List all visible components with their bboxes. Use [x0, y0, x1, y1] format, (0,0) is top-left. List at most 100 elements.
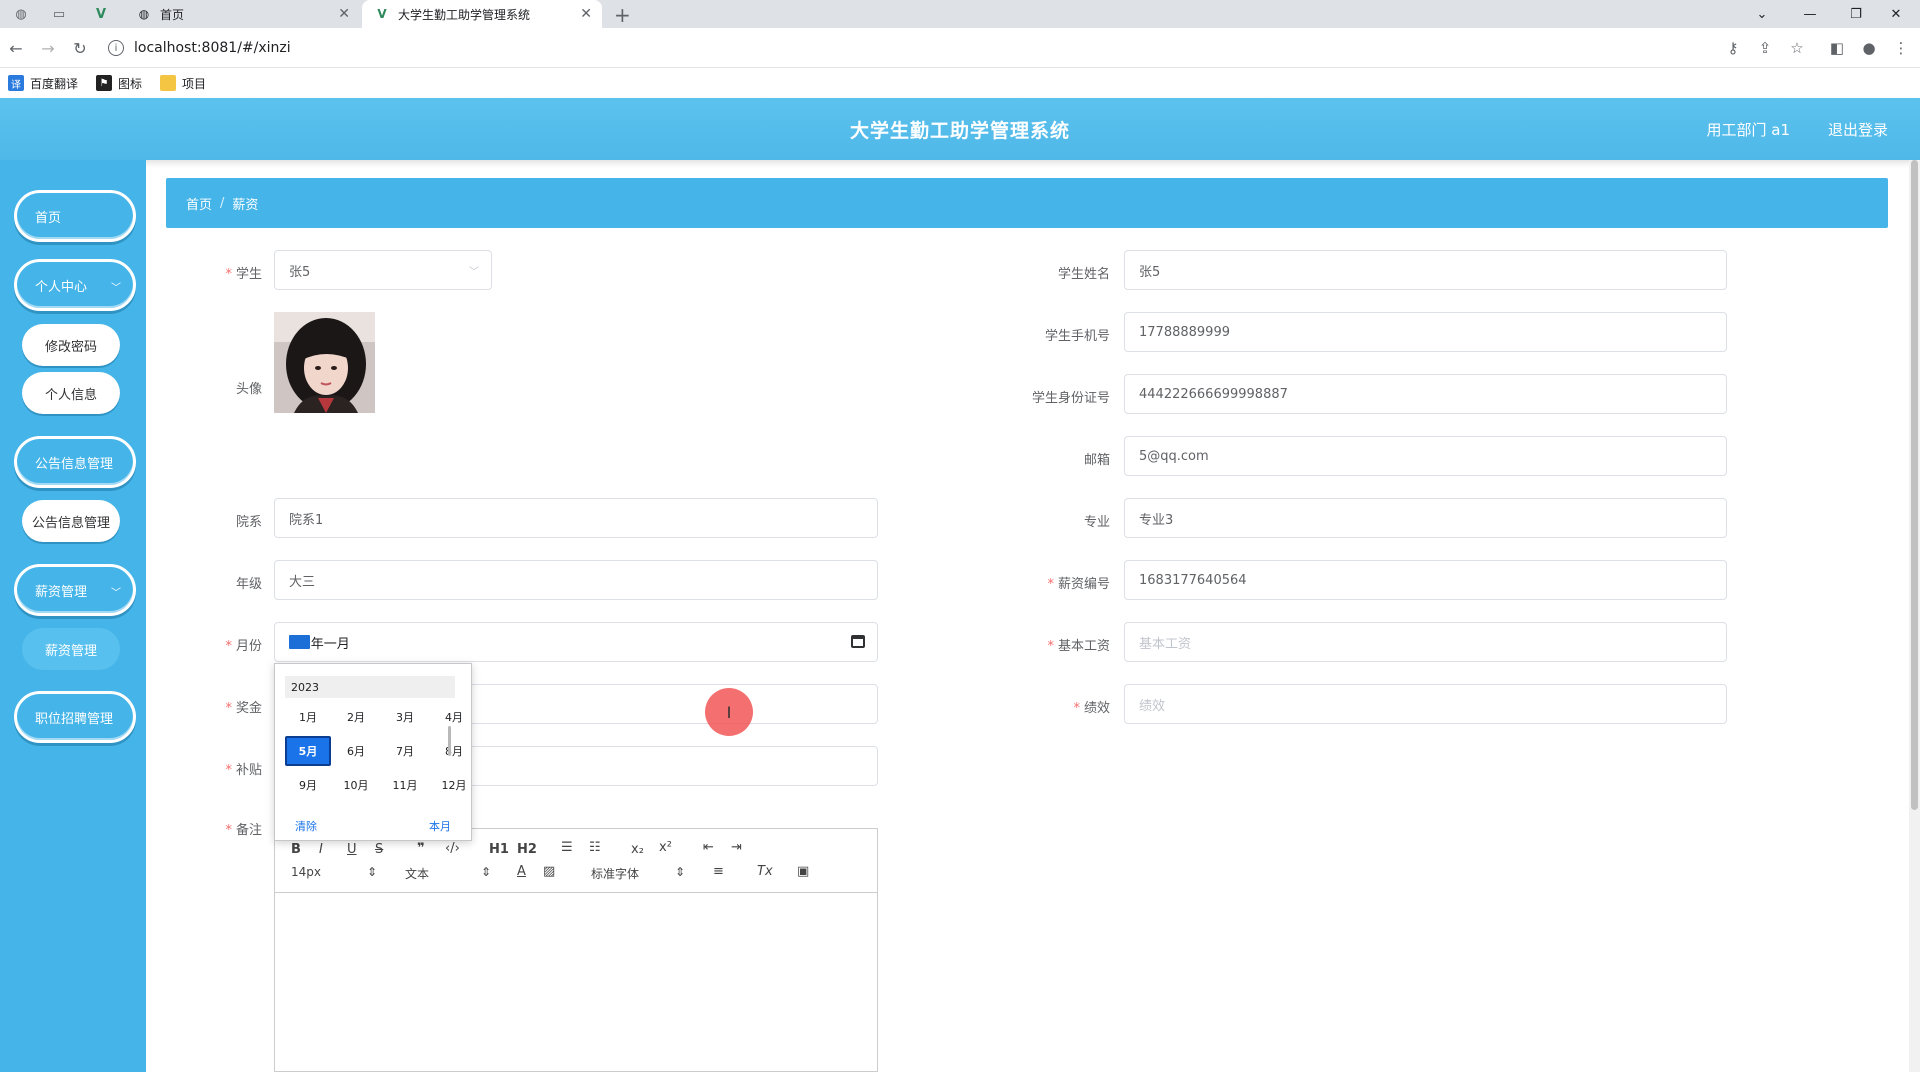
email-label: 邮箱: [1083, 453, 1110, 468]
sidebar-item-notice-mgmt[interactable]: 公告信息管理: [14, 436, 136, 488]
italic-icon[interactable]: I: [319, 842, 323, 857]
month-option-selected[interactable]: 5月: [285, 736, 331, 766]
student-phone-input[interactable]: 17788889999: [1124, 312, 1727, 352]
month-option[interactable]: 6月: [333, 736, 379, 766]
browser-tab-home[interactable]: ◍ 首页 ✕: [124, 0, 360, 28]
month-picker: 2023 1月 2月 3月 4月 5月 6月 7月 8月 9月 10月 11月 …: [274, 663, 472, 841]
url-field[interactable]: i localhost:8081/#/xinzi: [108, 34, 1778, 62]
student-name-input[interactable]: 张5: [1124, 250, 1727, 290]
page-scrollbar-thumb[interactable]: [1911, 160, 1918, 810]
sidebar-item-label: 薪资管理: [44, 643, 97, 659]
logout-link[interactable]: 退出登录: [1828, 119, 1888, 140]
reload-icon[interactable]: ↻: [70, 38, 90, 58]
performance-input[interactable]: 绩效: [1124, 684, 1727, 724]
font-family-select[interactable]: 标准字体 ⇕: [591, 865, 685, 882]
clear-format-icon[interactable]: Tx: [757, 864, 773, 879]
align-icon[interactable]: ≡: [713, 864, 724, 879]
month-option[interactable]: 11月: [382, 770, 428, 800]
month-option[interactable]: 3月: [382, 702, 428, 732]
font-color-icon[interactable]: A: [517, 864, 526, 879]
menu-icon[interactable]: ⋮: [1890, 38, 1912, 58]
ordered-list-icon[interactable]: ☰: [561, 840, 573, 855]
grade-input[interactable]: 大三: [274, 560, 878, 600]
email-input[interactable]: 5@qq.com: [1124, 436, 1727, 476]
picker-scrollbar[interactable]: [448, 726, 451, 756]
close-window-icon[interactable]: ✕: [1876, 0, 1916, 28]
student-name-value: 张5: [1139, 264, 1161, 280]
sidepanel-icon[interactable]: ◧: [1826, 38, 1848, 58]
restore-icon[interactable]: ❐: [1836, 0, 1876, 28]
month-year-segment[interactable]: ----: [289, 635, 310, 650]
star-icon[interactable]: ☆: [1786, 38, 1808, 58]
bold-icon[interactable]: B: [291, 842, 301, 857]
h1-icon[interactable]: H1: [489, 842, 509, 857]
superscript-icon[interactable]: x²: [659, 840, 672, 855]
profile-icon[interactable]: ●: [1858, 38, 1880, 58]
major-input[interactable]: 专业3: [1124, 498, 1727, 538]
bookmark-project[interactable]: 项目: [160, 75, 206, 92]
page-scrollbar[interactable]: [1909, 160, 1920, 1072]
breadcrumb-home[interactable]: 首页: [186, 194, 212, 213]
month-option[interactable]: 2月: [333, 702, 379, 732]
student-id-input[interactable]: 444222666699998887: [1124, 374, 1727, 414]
close-icon[interactable]: ✕: [580, 6, 592, 22]
bg-color-icon[interactable]: ▨: [543, 864, 555, 879]
sidebar-item-job-mgmt[interactable]: 职位招聘管理: [14, 691, 136, 743]
tab-search-icon[interactable]: ⌄: [1742, 0, 1782, 28]
underline-icon[interactable]: U: [347, 842, 357, 857]
month-option[interactable]: 1月: [285, 702, 331, 732]
font-size-select[interactable]: 14px ⇕: [291, 865, 377, 879]
share-icon[interactable]: ⇪: [1754, 38, 1776, 58]
base-salary-input[interactable]: 基本工资: [1124, 622, 1727, 662]
bookmark-icons[interactable]: ⚑ 图标: [96, 75, 142, 92]
month-option[interactable]: 4月: [431, 702, 477, 732]
minimize-icon[interactable]: —: [1790, 0, 1830, 28]
subscript-icon[interactable]: x₂: [631, 842, 644, 857]
sidebar-item-home[interactable]: 首页: [14, 190, 136, 242]
back-icon[interactable]: ←: [6, 38, 26, 58]
image-icon[interactable]: ▣: [797, 864, 809, 879]
sidebar-item-personal-center[interactable]: 个人中心 ﹀: [14, 259, 136, 311]
picker-this-month-button[interactable]: 本月: [429, 818, 451, 834]
remark-editor[interactable]: B I U S ❞ ‹/› H1 H2 ☰ ☷ x₂ x² ⇤ ⇥ 14px ⇕…: [274, 828, 878, 1072]
month-option[interactable]: 8月: [431, 736, 477, 766]
code-block-icon[interactable]: ‹/›: [445, 841, 460, 856]
calendar-icon[interactable]: [851, 635, 865, 648]
student-select[interactable]: 张5 ﹀: [274, 250, 492, 290]
month-option[interactable]: 7月: [382, 736, 428, 766]
strike-icon[interactable]: S: [375, 842, 383, 857]
sidebar-item-salary-mgmt[interactable]: 薪资管理 ﹀: [14, 564, 136, 616]
sidebar-item-notice-mgmt-sub[interactable]: 公告信息管理: [22, 500, 120, 542]
vue-icon[interactable]: V: [88, 4, 114, 24]
bullet-list-icon[interactable]: ☷: [589, 840, 601, 855]
block-format-select[interactable]: 文本 ⇕: [405, 865, 491, 882]
month-option[interactable]: 9月: [285, 770, 331, 800]
sidebar-item-salary-mgmt-sub[interactable]: 薪资管理: [22, 628, 120, 670]
month-option[interactable]: 12月: [431, 770, 477, 800]
bonus-label: * 奖金: [225, 701, 262, 716]
blockquote-icon[interactable]: ❞: [417, 841, 425, 856]
sidebar-item-personal-info[interactable]: 个人信息: [22, 372, 120, 414]
globe-icon[interactable]: ◍: [8, 4, 34, 24]
sidebar-item-label: 修改密码: [44, 339, 97, 355]
month-input[interactable]: ---- 年一月: [274, 622, 878, 662]
department-input[interactable]: 院系1: [274, 498, 878, 538]
key-icon[interactable]: ⚷: [1722, 38, 1744, 58]
outdent-icon[interactable]: ⇤: [703, 840, 714, 855]
base-salary-placeholder: 基本工资: [1139, 636, 1192, 652]
picker-clear-button[interactable]: 清除: [295, 818, 317, 834]
bookmark-translate[interactable]: 译 百度翻译: [8, 75, 78, 92]
new-tab-icon[interactable]: +: [614, 3, 631, 27]
browser-tab-system[interactable]: V 大学生勤工助学管理系统 ✕: [362, 0, 602, 28]
forward-icon[interactable]: →: [38, 38, 58, 58]
flag-icon: ⚑: [96, 75, 113, 91]
sidebar-item-change-password[interactable]: 修改密码: [22, 324, 120, 366]
indent-icon[interactable]: ⇥: [731, 840, 742, 855]
blank-tab-icon[interactable]: ▭: [46, 4, 72, 24]
info-icon[interactable]: i: [108, 40, 124, 56]
h2-icon[interactable]: H2: [517, 842, 537, 857]
close-icon[interactable]: ✕: [338, 6, 350, 22]
month-option[interactable]: 10月: [333, 770, 379, 800]
salary-no-input[interactable]: 1683177640564: [1124, 560, 1727, 600]
picker-year[interactable]: 2023: [285, 676, 455, 698]
